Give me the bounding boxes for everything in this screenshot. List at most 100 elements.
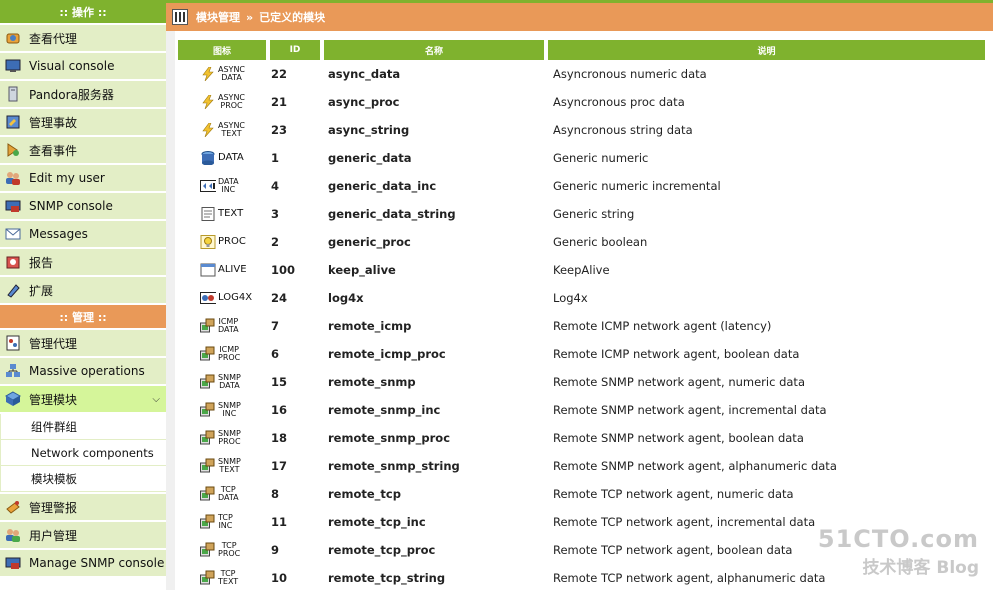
module-name-link[interactable]: remote_icmp bbox=[324, 312, 548, 340]
module-name-link[interactable]: remote_snmp_inc bbox=[324, 396, 548, 424]
module-id: 18 bbox=[271, 431, 288, 445]
module-name-link[interactable]: remote_tcp_inc bbox=[324, 508, 548, 536]
submenu-component-groups[interactable]: 组件群组 bbox=[0, 414, 166, 440]
table-row[interactable]: TCP DATA 8 remote_tcp Remote TCP network … bbox=[178, 480, 989, 508]
table-row[interactable]: ICMP PROC 6 remote_icmp_proc Remote ICMP … bbox=[178, 340, 989, 368]
module-type-label: INC bbox=[222, 409, 237, 418]
nav-visual-console[interactable]: Visual console bbox=[0, 53, 166, 81]
watermark: 51CTO.com 技术博客 Blog bbox=[818, 525, 979, 578]
module-name-link[interactable]: async_proc bbox=[324, 88, 548, 116]
module-icon-cell: ALIVE bbox=[178, 256, 270, 284]
table-row[interactable]: ICMP DATA 7 remote_icmp Remote ICMP netwo… bbox=[178, 312, 989, 340]
table-row[interactable]: ASYNC PROC 21 async_proc Asyncronous proc… bbox=[178, 88, 989, 116]
data-inc-icon bbox=[200, 179, 216, 193]
modules-header-icon bbox=[172, 9, 188, 25]
module-name-link[interactable]: async_data bbox=[324, 60, 548, 88]
nav-manage-alerts[interactable]: 管理警报 bbox=[0, 494, 166, 522]
window-icon bbox=[200, 263, 216, 277]
table-row[interactable]: SNMP INC 16 remote_snmp_inc Remote SNMP n… bbox=[178, 396, 989, 424]
module-name-link[interactable]: remote_snmp_proc bbox=[324, 424, 548, 452]
table-row[interactable]: DATA INC 4 generic_data_inc Generic numer… bbox=[178, 172, 989, 200]
module-name-link[interactable]: remote_tcp_string bbox=[324, 564, 548, 590]
nav-label: 管理警报 bbox=[29, 500, 78, 515]
table-row[interactable]: SNMP PROC 18 remote_snmp_proc Remote SNMP… bbox=[178, 424, 989, 452]
table-row[interactable]: ASYNC DATA 22 async_data Asyncronous nume… bbox=[178, 60, 989, 88]
module-id: 22 bbox=[271, 67, 288, 81]
extension-icon bbox=[4, 282, 22, 298]
module-id: 4 bbox=[271, 179, 280, 193]
module-icon-cell: TCP INC bbox=[178, 508, 270, 536]
network-icon bbox=[200, 514, 216, 529]
module-name-link[interactable]: generic_proc bbox=[324, 228, 548, 256]
nav-manage-incidents[interactable]: 管理事故 bbox=[0, 109, 166, 137]
table-row[interactable]: TEXT 3 generic_data_string Generic strin… bbox=[178, 200, 989, 228]
nav-label: 查看事件 bbox=[29, 143, 78, 158]
module-icon-cell: TCP PROC bbox=[178, 536, 270, 564]
nav-view-events[interactable]: 查看事件 bbox=[0, 137, 166, 165]
chevron-down-icon[interactable]: ⌵ bbox=[152, 394, 160, 405]
table-row[interactable]: PROC 2 generic_proc Generic boolean bbox=[178, 228, 989, 256]
module-icon-cell: ASYNC DATA bbox=[178, 60, 270, 88]
module-name-link[interactable]: generic_data_inc bbox=[324, 172, 548, 200]
monitor-icon bbox=[4, 58, 22, 74]
module-id: 1 bbox=[271, 151, 280, 165]
nav-manage-agents[interactable]: 管理代理 bbox=[0, 330, 166, 358]
nav-label: 扩展 bbox=[29, 283, 54, 298]
module-name-link[interactable]: async_string bbox=[324, 116, 548, 144]
network-icon bbox=[200, 374, 216, 389]
table-row[interactable]: DATA 1 generic_data Generic numeric bbox=[178, 144, 989, 172]
breadcrumb-section[interactable]: 模块管理 bbox=[196, 9, 240, 25]
nav-messages[interactable]: Messages bbox=[0, 221, 166, 249]
nav-snmp-console[interactable]: SNMP console bbox=[0, 193, 166, 221]
sidebar: :: 操作 :: 查看代理 Visual console Pandora服务器 … bbox=[0, 0, 166, 590]
module-icon-cell: PROC bbox=[178, 228, 270, 256]
module-name-link[interactable]: remote_icmp_proc bbox=[324, 340, 548, 368]
module-description: Generic boolean bbox=[553, 235, 648, 249]
log4x-icon bbox=[200, 291, 216, 305]
submenu-module-templates[interactable]: 模块模板 bbox=[0, 466, 166, 492]
nav-manage-modules[interactable]: 管理模块 ⌵ bbox=[0, 386, 166, 414]
module-name-link[interactable]: remote_tcp bbox=[324, 480, 548, 508]
module-name-link[interactable]: generic_data bbox=[324, 144, 548, 172]
nav-pandora-servers[interactable]: Pandora服务器 bbox=[0, 81, 166, 109]
module-name-link[interactable]: remote_snmp_string bbox=[324, 452, 548, 480]
lightning-icon bbox=[200, 95, 216, 109]
column-header-description[interactable]: 说明 bbox=[548, 40, 989, 60]
module-name-link[interactable]: remote_snmp bbox=[324, 368, 548, 396]
module-name-link[interactable]: remote_tcp_proc bbox=[324, 536, 548, 564]
table-row[interactable]: LOG4X 24 log4x Log4x bbox=[178, 284, 989, 312]
nav-massive-operations[interactable]: Massive operations bbox=[0, 358, 166, 386]
table-row[interactable]: SNMP TEXT 17 remote_snmp_string Remote SN… bbox=[178, 452, 989, 480]
module-id: 21 bbox=[271, 95, 288, 109]
submenu-network-components[interactable]: Network components bbox=[0, 440, 166, 466]
nav-edit-my-user[interactable]: Edit my user bbox=[0, 165, 166, 193]
table-row[interactable]: ASYNC TEXT 23 async_string Asyncronous st… bbox=[178, 116, 989, 144]
nav-label: 管理代理 bbox=[29, 336, 78, 351]
nav-reports[interactable]: 报告 bbox=[0, 249, 166, 277]
column-header-name[interactable]: 名称 bbox=[324, 40, 548, 60]
user-management-icon bbox=[4, 527, 22, 543]
nav-label: Pandora服务器 bbox=[29, 87, 114, 102]
module-name-link[interactable]: keep_alive bbox=[324, 256, 548, 284]
module-name-link[interactable]: log4x bbox=[324, 284, 548, 312]
nav-view-agents[interactable]: 查看代理 bbox=[0, 25, 166, 53]
module-type-label: PROC bbox=[218, 437, 241, 446]
events-icon bbox=[4, 142, 22, 158]
table-row[interactable]: SNMP DATA 15 remote_snmp Remote SNMP netw… bbox=[178, 368, 989, 396]
table-row[interactable]: ALIVE 100 keep_alive KeepAlive bbox=[178, 256, 989, 284]
nav-manage-snmp-console[interactable]: Manage SNMP console bbox=[0, 550, 166, 578]
incidents-icon bbox=[4, 114, 22, 130]
module-description: Remote ICMP network agent (latency) bbox=[553, 319, 772, 333]
nav-extensions[interactable]: 扩展 bbox=[0, 277, 166, 305]
module-type-label: TEXT bbox=[218, 208, 244, 219]
snmp-icon bbox=[4, 198, 22, 214]
module-id: 9 bbox=[271, 543, 280, 557]
module-name-link[interactable]: generic_data_string bbox=[324, 200, 548, 228]
module-description: Generic numeric incremental bbox=[553, 179, 721, 193]
module-type-label: PROC bbox=[220, 101, 243, 110]
column-header-id[interactable]: ID bbox=[270, 40, 324, 60]
module-icon-cell: LOG4X bbox=[178, 284, 270, 312]
column-header-icon[interactable]: 图标 bbox=[178, 40, 270, 60]
nav-user-management[interactable]: 用户管理 bbox=[0, 522, 166, 550]
modules-table: 图标 ID 名称 说明 ASYNC DATA 22 async_data Asyn… bbox=[178, 40, 989, 590]
